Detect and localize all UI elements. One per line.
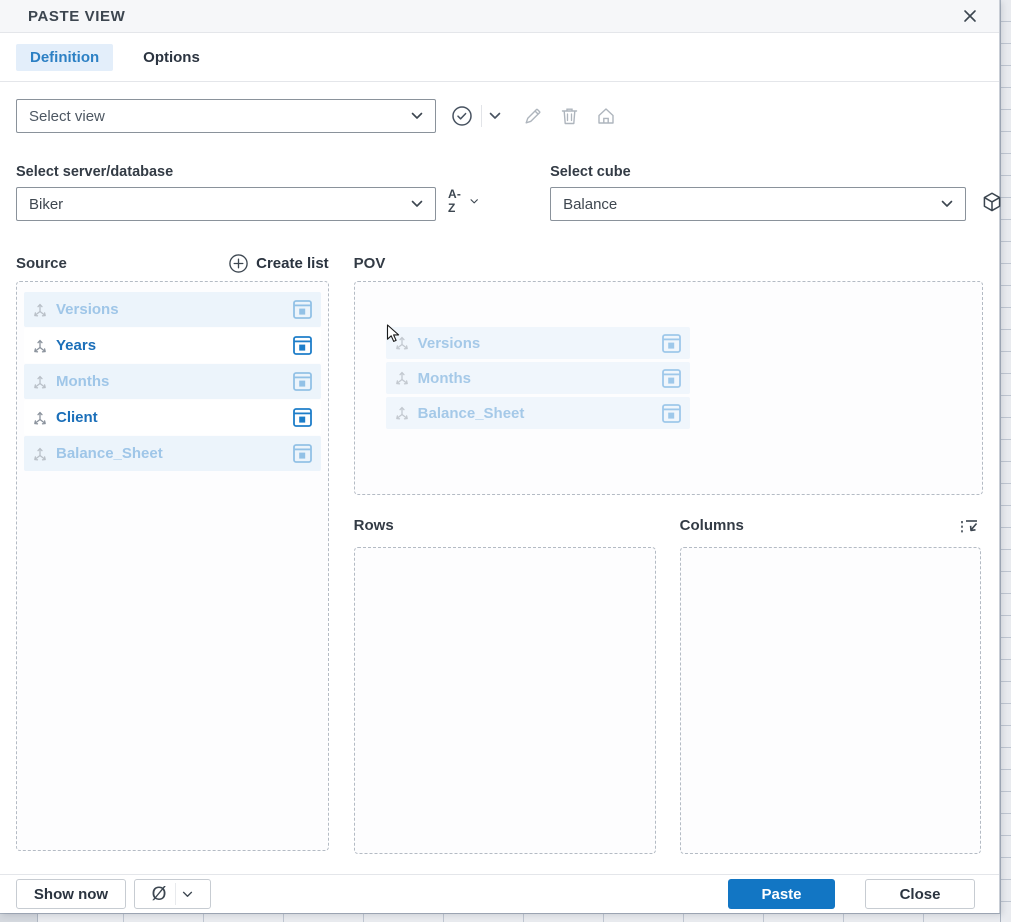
pov-drop-zone[interactable]: Versions Months Balance_Sheet <box>353 281 983 495</box>
server-database-dropdown[interactable]: Biker <box>16 187 436 221</box>
axis-icon <box>30 372 50 392</box>
tab-definition[interactable]: Definition <box>16 43 114 71</box>
subset-editor-icon[interactable] <box>292 300 312 319</box>
subset-editor-icon[interactable] <box>292 408 312 427</box>
dialog-titlebar: PASTE VIEW <box>0 0 999 33</box>
dimension-label: Versions <box>56 301 119 318</box>
confirm-view-icon[interactable] <box>450 104 474 128</box>
view-actions-chevron-icon[interactable] <box>489 112 501 120</box>
view-selector-row: Select view <box>16 99 983 133</box>
close-button[interactable]: Close <box>865 879 975 909</box>
divider <box>175 883 177 905</box>
cube-icon <box>983 192 1001 212</box>
axis-icon <box>30 336 50 356</box>
dialog-footer: Show now Ø Paste Close <box>0 874 999 913</box>
server-cube-row: Select server/database Biker A-Z Select … <box>16 164 1001 221</box>
axis-icon <box>30 408 50 428</box>
close-icon[interactable] <box>959 5 981 27</box>
spreadsheet-cell-corner <box>0 914 38 922</box>
dimension-label: Balance_Sheet <box>56 445 163 462</box>
subset-editor-icon[interactable] <box>292 336 312 355</box>
show-now-button[interactable]: Show now <box>16 879 126 909</box>
dimension-label: Client <box>56 409 98 426</box>
columns-drop-zone[interactable] <box>679 547 981 854</box>
suppress-zeros-icon: Ø <box>151 883 167 905</box>
source-item-months[interactable]: Months <box>24 364 321 399</box>
paste-view-dialog: PASTE VIEW Definition Options Select vie… <box>0 0 1001 913</box>
create-list-label: Create list <box>256 254 329 272</box>
tab-bar: Definition Options <box>0 33 999 82</box>
pov-label: POV <box>353 254 386 272</box>
pov-item-months[interactable]: Months <box>385 362 690 394</box>
cube-value: Balance <box>563 195 618 213</box>
axis-icon <box>392 368 412 388</box>
source-dimension-list[interactable]: Versions Years Months Client Balance_She… <box>16 281 329 851</box>
tab-options[interactable]: Options <box>129 44 214 71</box>
spreadsheet-bottom-sliver <box>0 913 1000 922</box>
dialog-title: PASTE VIEW <box>28 7 126 25</box>
axis-icon <box>392 333 412 353</box>
source-label: Source <box>16 254 67 272</box>
axis-icon <box>30 444 50 464</box>
subset-editor-icon[interactable] <box>661 333 681 353</box>
server-database-label: Select server/database <box>16 164 174 180</box>
axis-icon <box>392 403 412 423</box>
server-database-value: Biker <box>29 195 64 213</box>
subset-editor-icon[interactable] <box>661 403 681 423</box>
plus-circle-icon <box>229 253 248 273</box>
select-view-placeholder: Select view <box>29 107 105 125</box>
divider <box>481 105 482 127</box>
rows-label: Rows <box>353 517 394 534</box>
chevron-down-icon <box>183 891 193 897</box>
spreadsheet-right-sliver <box>1000 0 1011 922</box>
chevron-down-icon <box>411 112 423 120</box>
paste-button[interactable]: Paste <box>728 879 835 909</box>
axis-icon <box>30 300 50 320</box>
home-icon[interactable] <box>596 106 616 126</box>
sort-az-button[interactable]: A-Z <box>448 187 478 215</box>
dimension-label: Months <box>56 373 110 390</box>
subset-editor-icon[interactable] <box>292 444 312 463</box>
rows-drop-zone[interactable] <box>353 547 656 854</box>
columns-label: Columns <box>679 517 744 534</box>
pencil-icon[interactable] <box>523 106 543 126</box>
subset-editor-icon[interactable] <box>292 372 312 391</box>
trash-icon[interactable] <box>560 106 579 126</box>
dimension-label: Versions <box>417 334 481 352</box>
dimension-label: Months <box>417 369 471 387</box>
sort-az-label: A-Z <box>448 187 462 215</box>
definition-main-area: Source Create list Versions Years Months… <box>16 251 983 854</box>
source-item-years[interactable]: Years <box>24 328 321 363</box>
cube-options-button[interactable] <box>979 190 1011 216</box>
create-list-button[interactable]: Create list <box>228 253 329 274</box>
source-item-versions[interactable]: Versions <box>24 292 321 327</box>
cube-label: Select cube <box>550 164 631 180</box>
transpose-axes-icon[interactable] <box>958 515 980 539</box>
chevron-down-icon <box>411 200 423 208</box>
chevron-down-icon <box>941 200 953 208</box>
select-view-dropdown[interactable]: Select view <box>16 99 436 133</box>
dimension-label: Balance_Sheet <box>417 404 525 422</box>
source-item-balance-sheet[interactable]: Balance_Sheet <box>24 436 321 471</box>
dimension-label: Years <box>56 337 97 354</box>
suppress-zeros-button[interactable]: Ø <box>134 879 211 909</box>
subset-editor-icon[interactable] <box>661 368 681 388</box>
chevron-down-icon <box>470 198 478 203</box>
cube-dropdown[interactable]: Balance <box>550 187 967 221</box>
source-item-client[interactable]: Client <box>24 400 321 435</box>
pov-item-balance-sheet[interactable]: Balance_Sheet <box>385 397 690 429</box>
pov-item-versions[interactable]: Versions <box>385 327 690 359</box>
